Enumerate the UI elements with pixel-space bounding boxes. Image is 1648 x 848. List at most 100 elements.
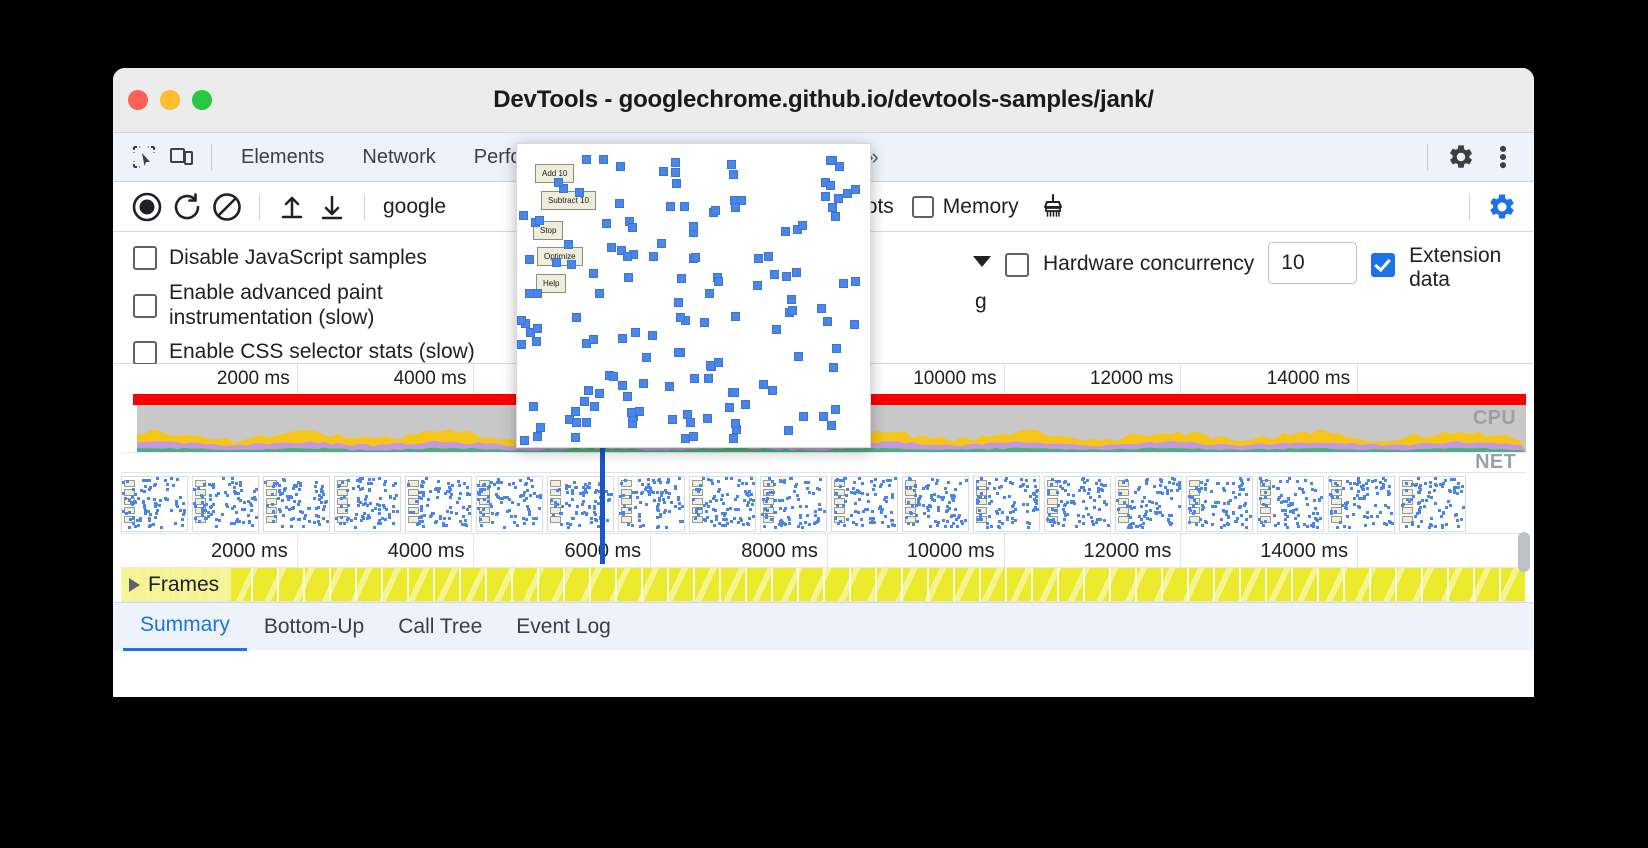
filmstrip-thumbnail[interactable] — [902, 476, 969, 532]
extension-data-label: Extension data — [1409, 244, 1502, 292]
record-icon[interactable] — [127, 187, 167, 227]
jank-particle — [665, 382, 674, 391]
jank-particle — [839, 279, 848, 288]
toolbar-divider-1 — [259, 193, 260, 220]
profile-source-label[interactable]: google — [383, 195, 446, 219]
filmstrip-thumbnail[interactable] — [263, 476, 330, 532]
memory-checkbox[interactable]: Memory — [911, 195, 1019, 219]
jank-particle — [552, 258, 561, 267]
jank-particle — [741, 400, 750, 409]
collect-garbage-icon[interactable] — [1033, 187, 1073, 227]
save-profile-icon[interactable] — [312, 187, 352, 227]
memory-checkbox-box[interactable] — [911, 195, 934, 218]
jank-particle — [691, 253, 700, 262]
tab-network[interactable]: Network — [343, 133, 454, 182]
filmstrip-thumbnail[interactable] — [1399, 476, 1466, 532]
jank-particle — [772, 325, 781, 334]
tab-summary[interactable]: Summary — [123, 603, 247, 651]
jank-particle — [731, 312, 740, 321]
jank-particle — [519, 211, 528, 220]
jank-particle — [705, 289, 714, 298]
jank-particle — [729, 170, 738, 179]
clear-icon[interactable] — [207, 187, 247, 227]
filmstrip-thumbnail[interactable] — [476, 476, 543, 532]
jank-particle — [683, 410, 692, 419]
jank-particle — [536, 423, 545, 432]
jank-particle — [584, 386, 593, 395]
timeline-scrollbar-thumb[interactable] — [1518, 532, 1530, 572]
jank-particle — [602, 219, 611, 228]
tab-event-log[interactable]: Event Log — [499, 603, 628, 651]
filmstrip-thumbnail[interactable] — [121, 476, 188, 532]
jank-particle — [770, 270, 779, 279]
reload-and-record-icon[interactable] — [167, 187, 207, 227]
jank-particle — [725, 403, 734, 412]
jank-particle — [657, 239, 666, 248]
filmstrip-thumbnail[interactable] — [1186, 476, 1253, 532]
jank-particle — [525, 255, 534, 264]
filmstrip-thumbnail[interactable] — [760, 476, 827, 532]
toolbar-right-actions — [1457, 182, 1522, 232]
jank-button-subtract-10[interactable]: Subtract 10 — [541, 191, 596, 210]
jank-particle — [517, 340, 526, 349]
settings-gear-icon[interactable] — [1442, 140, 1480, 174]
jank-particle — [788, 306, 797, 315]
extension-data-checkbox[interactable] — [1371, 253, 1396, 277]
filmstrip-thumbnail[interactable] — [973, 476, 1040, 532]
inspect-element-icon[interactable] — [125, 140, 163, 174]
filmstrip-thumbnail[interactable] — [1328, 476, 1395, 532]
filmstrip-thumbnail[interactable] — [689, 476, 756, 532]
jank-particle — [689, 432, 698, 441]
jank-particle — [799, 412, 808, 421]
tabbar-right-actions — [1417, 140, 1522, 174]
jank-particle — [764, 252, 773, 261]
jank-particle — [731, 419, 740, 428]
jank-particle — [624, 273, 633, 282]
filmstrip-thumbnail[interactable] — [1257, 476, 1324, 532]
network-overview-strip[interactable]: NET — [121, 451, 1526, 473]
tab-bottom-up[interactable]: Bottom-Up — [247, 603, 381, 651]
filmstrip-thumbnail[interactable] — [334, 476, 401, 532]
capture-settings-right: Hardware concurrency 10 Extension data — [973, 242, 1520, 293]
more-options-icon[interactable] — [1484, 140, 1522, 174]
jank-particle — [729, 434, 738, 443]
hardware-concurrency-checkbox[interactable] — [1005, 253, 1029, 277]
jank-particle — [798, 221, 807, 230]
frames-track-header[interactable]: Frames — [121, 568, 232, 601]
filmstrip-thumbnail[interactable] — [1044, 476, 1111, 532]
filmstrip-thumbnail[interactable] — [618, 476, 685, 532]
jank-particle — [520, 436, 529, 445]
disable-js-samples-label: Disable JavaScript samples — [169, 246, 427, 269]
tab-call-tree[interactable]: Call Tree — [381, 603, 499, 651]
jank-particle — [575, 188, 584, 197]
frames-track[interactable]: Frames — [121, 568, 1526, 602]
jank-particle — [589, 335, 598, 344]
advanced-paint-instrumentation-label: Enable advanced paint instrumentation (s… — [169, 280, 383, 329]
hardware-concurrency-input[interactable]: 10 — [1268, 242, 1358, 284]
load-profile-icon[interactable] — [272, 187, 312, 227]
device-toolbar-icon[interactable] — [163, 140, 201, 174]
jank-particle — [666, 202, 675, 211]
jank-particle — [674, 298, 683, 307]
disable-js-samples-box[interactable] — [133, 246, 157, 271]
tab-elements[interactable]: Elements — [222, 133, 343, 182]
jank-particle — [711, 206, 720, 215]
expand-frames-icon[interactable] — [129, 578, 140, 592]
jank-particle — [532, 337, 541, 346]
network-throttling-caret-icon[interactable] — [973, 256, 991, 267]
jank-particle — [676, 313, 685, 322]
filmstrip-strip[interactable] — [121, 472, 1526, 534]
filmstrip-thumbnail[interactable] — [405, 476, 472, 532]
filmstrip-thumbnail[interactable] — [1115, 476, 1182, 532]
capture-settings-gear-icon[interactable] — [1482, 187, 1522, 227]
filmstrip-thumbnail[interactable] — [192, 476, 259, 532]
css-selector-stats-box[interactable] — [133, 340, 157, 365]
jank-particle — [631, 328, 640, 337]
jank-particle — [827, 421, 836, 430]
filmstrip-thumbnail[interactable] — [831, 476, 898, 532]
advanced-paint-instrumentation-box[interactable] — [133, 293, 157, 318]
jank-particle — [616, 162, 625, 171]
jank-particle — [782, 272, 791, 281]
details-tabbar: Summary Bottom-Up Call Tree Event Log — [113, 602, 1534, 651]
jank-particle — [627, 408, 636, 417]
